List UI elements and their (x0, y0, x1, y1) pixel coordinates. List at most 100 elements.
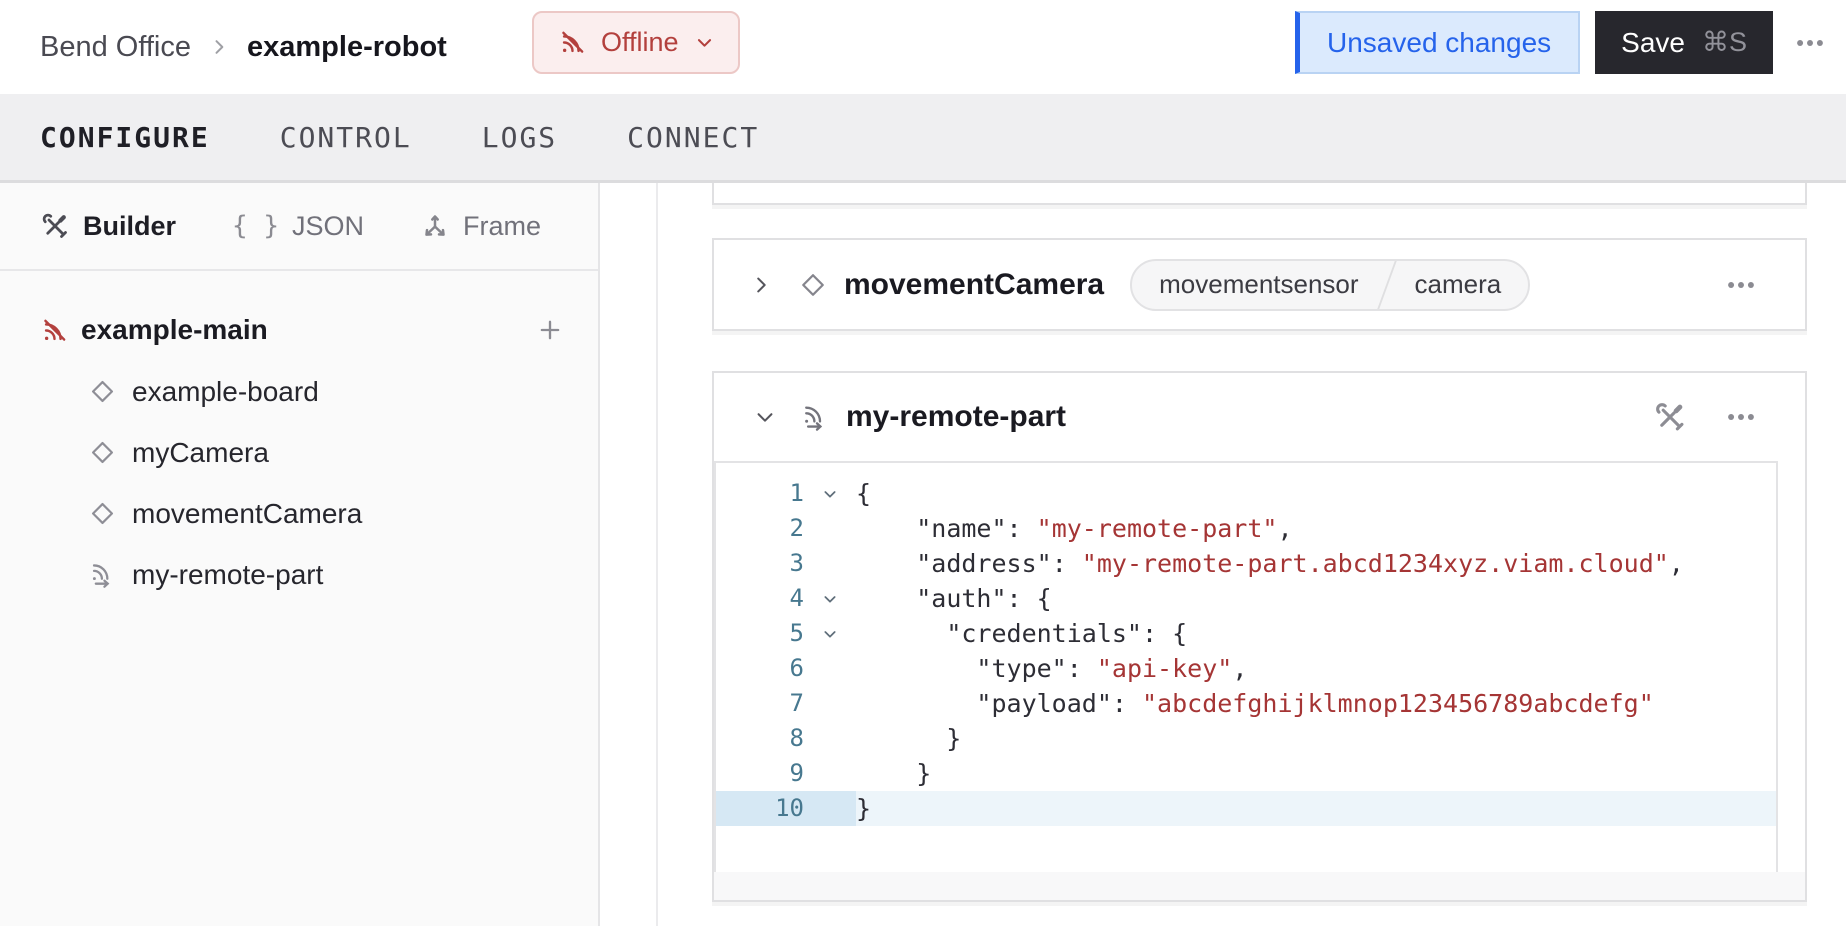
unsaved-changes-badge[interactable]: Unsaved changes (1295, 11, 1580, 74)
breadcrumb-org-link[interactable]: Bend Office (40, 31, 191, 64)
gutter: 6 (716, 651, 856, 686)
code-text: } (856, 791, 1776, 826)
sidebar-item-label: movementCamera (132, 498, 362, 530)
mode-json-label: JSON (292, 211, 364, 242)
code-line-5[interactable]: 5 "credentials": { (716, 616, 1776, 651)
code-text: "auth": { (856, 581, 1776, 616)
model-tag-pill: movementsensorcamera (1130, 259, 1530, 311)
code-text: } (856, 721, 1776, 756)
line-number: 6 (716, 651, 804, 686)
tag-camera: camera (1388, 261, 1529, 309)
code-line-4[interactable]: 4 "auth": { (716, 581, 1776, 616)
root-part-label: example-main (81, 314, 268, 346)
code-line-2[interactable]: 2 "name": "my-remote-part", (716, 511, 1776, 546)
fold-chevron-icon[interactable] (804, 581, 856, 616)
code-line-7[interactable]: 7 "payload": "abcdefghijklmnop123456789a… (716, 686, 1776, 721)
chevron-down-icon[interactable] (754, 406, 776, 428)
fold-chevron-icon[interactable] (804, 476, 856, 511)
gutter: 1 (716, 476, 856, 511)
chevron-down-icon (695, 33, 714, 52)
header-actions: Unsaved changes Save ⌘S (1295, 11, 1832, 74)
code-text: "address": "my-remote-part.abcd1234xyz.v… (856, 546, 1776, 581)
tab-configure[interactable]: CONFIGURE (40, 121, 210, 154)
dots-horizontal-icon (1724, 400, 1758, 434)
tab-bar: CONFIGURE CONTROL LOGS CONNECT (0, 94, 1846, 183)
line-number: 10 (716, 791, 804, 826)
code-line-3[interactable]: 3 "address": "my-remote-part.abcd1234xyz… (716, 546, 1776, 581)
code-line-9[interactable]: 9 } (716, 756, 1776, 791)
code-editor[interactable]: 1{2 "name": "my-remote-part",3 "address"… (714, 461, 1778, 874)
line-number: 1 (716, 476, 804, 511)
wifi-off-icon (40, 316, 69, 345)
add-component-button[interactable] (536, 316, 564, 344)
gutter: 5 (716, 616, 856, 651)
remote-card-header: my-remote-part (714, 373, 1805, 461)
code-text: "payload": "abcdefghijklmnop123456789abc… (856, 686, 1776, 721)
code-text: "name": "my-remote-part", (856, 511, 1776, 546)
card-title: my-remote-part (846, 400, 1066, 434)
mode-frame-label: Frame (463, 211, 541, 242)
code-line-10[interactable]: 10} (716, 791, 1776, 826)
chevron-right-icon[interactable] (750, 274, 772, 296)
card-overflow-menu-button[interactable] (1721, 265, 1761, 305)
mode-builder[interactable]: Builder (40, 211, 176, 242)
line-number: 3 (716, 546, 804, 581)
mode-builder-label: Builder (83, 211, 176, 242)
code-text: "type": "api-key", (856, 651, 1776, 686)
fold-chevron-icon[interactable] (804, 616, 856, 651)
dots-horizontal-icon (1724, 268, 1758, 302)
movement-camera-card: movementCamera movementsensorcamera (712, 238, 1807, 331)
dots-horizontal-icon (1793, 26, 1827, 60)
code-line-6[interactable]: 6 "type": "api-key", (716, 651, 1776, 686)
card-overflow-menu-button[interactable] (1721, 397, 1761, 437)
sidebar-item-my-remote-part[interactable]: my-remote-part (0, 544, 598, 605)
diamond-icon (88, 377, 117, 406)
header-overflow-menu-button[interactable] (1788, 21, 1832, 65)
viam-robot-config-page: Bend Office example-robot Offline Unsave… (0, 0, 1846, 926)
mode-frame[interactable]: Frame (420, 211, 541, 242)
sidebar-item-label: myCamera (132, 437, 269, 469)
line-number: 2 (716, 511, 804, 546)
sidebar-item-myCamera[interactable]: myCamera (0, 422, 598, 483)
chevron-right-icon (209, 37, 229, 57)
remote-signal-icon (800, 402, 830, 432)
line-number: 8 (716, 721, 804, 756)
code-text: } (856, 756, 1776, 791)
save-button[interactable]: Save ⌘S (1595, 11, 1773, 74)
sidebar-item-label: my-remote-part (132, 559, 323, 591)
diamond-icon (798, 270, 828, 300)
code-line-1[interactable]: 1{ (716, 476, 1776, 511)
tab-control[interactable]: CONTROL (280, 121, 412, 154)
remote-signal-icon (88, 560, 117, 589)
gutter: 4 (716, 581, 856, 616)
sidebar-item-example-main[interactable]: example-main (0, 299, 598, 361)
machine-status-badge[interactable]: Offline (532, 11, 740, 74)
diamond-icon (88, 438, 117, 467)
gutter: 2 (716, 511, 856, 546)
resource-tree: example-main example-board myCamera moveme… (0, 271, 598, 605)
config-sidebar: Builder { } JSON Frame example-main (0, 183, 600, 926)
tag-movementsensor: movementsensor (1132, 261, 1385, 309)
tab-logs[interactable]: LOGS (482, 121, 557, 154)
code-line-8[interactable]: 8 } (716, 721, 1776, 756)
unsaved-changes-label: Unsaved changes (1327, 27, 1551, 59)
breadcrumb: Bend Office example-robot (40, 0, 447, 94)
card-title: movementCamera (844, 268, 1104, 302)
frame-axes-icon (420, 211, 450, 241)
status-label: Offline (601, 27, 679, 58)
sidebar-item-movementCamera[interactable]: movementCamera (0, 483, 598, 544)
tab-connect[interactable]: CONNECT (627, 121, 759, 154)
code-text: "credentials": { (856, 616, 1776, 651)
card-partial (712, 183, 1807, 205)
gutter: 8 (716, 721, 856, 756)
mode-json[interactable]: { } JSON (232, 211, 364, 242)
wifi-off-icon (558, 28, 587, 57)
sidebar-item-label: example-board (132, 376, 319, 408)
line-number: 5 (716, 616, 804, 651)
line-number: 9 (716, 756, 804, 791)
tools-icon[interactable] (1653, 400, 1687, 434)
save-shortcut: ⌘S (1702, 27, 1747, 58)
line-number: 4 (716, 581, 804, 616)
sidebar-item-example-board[interactable]: example-board (0, 361, 598, 422)
code-text: { (856, 476, 1776, 511)
